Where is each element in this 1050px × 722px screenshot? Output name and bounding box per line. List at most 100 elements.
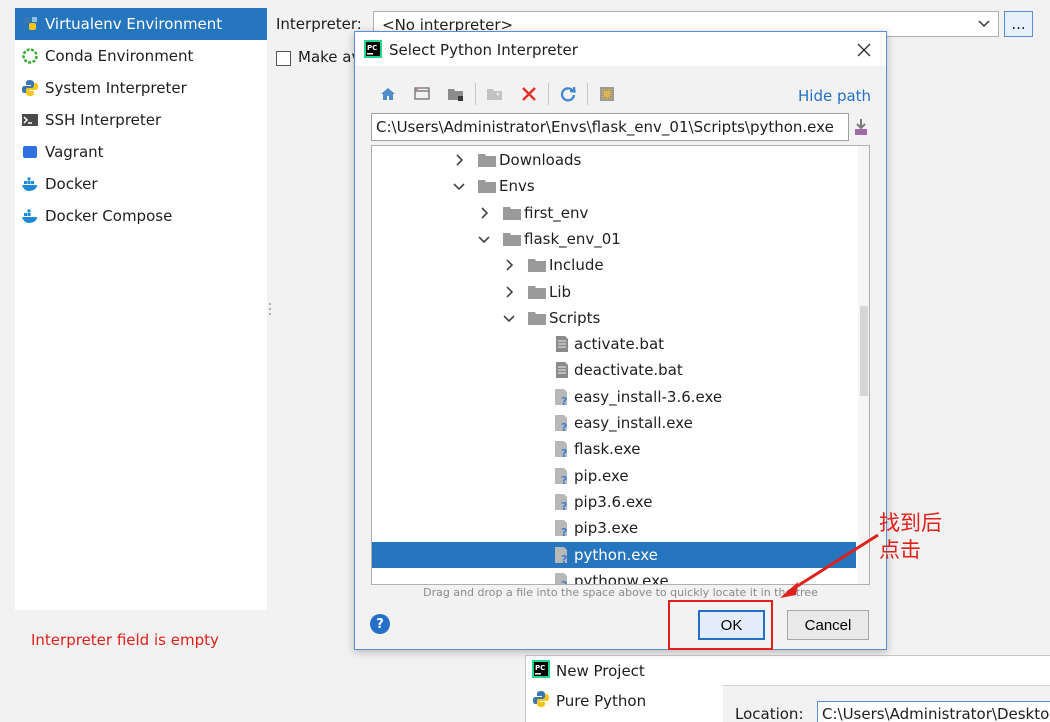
scrollbar-thumb[interactable]: [860, 306, 868, 396]
chevron-right-icon[interactable]: [452, 153, 466, 167]
folder-icon: [527, 309, 547, 327]
tree-item-label: Downloads: [499, 151, 582, 169]
tree-folder-row[interactable]: first_env: [372, 200, 856, 226]
tree-item-label: pip3.6.exe: [574, 492, 653, 511]
tree-item-label: Scripts: [549, 308, 601, 327]
tree-folder-row[interactable]: flask_env_01: [372, 226, 856, 252]
refresh-icon[interactable]: [551, 81, 585, 107]
list-item-conda[interactable]: Conda Environment: [15, 40, 267, 72]
desktop-icon[interactable]: [405, 81, 439, 107]
tree-file-row[interactable]: activate.bat: [372, 331, 856, 357]
close-icon[interactable]: [854, 40, 874, 60]
annotation-text: 找到后点击: [879, 511, 942, 562]
tree-file-row[interactable]: ? easy_install-3.6.exe: [372, 384, 856, 410]
list-item-ssh[interactable]: SSH Interpreter: [15, 104, 267, 136]
chevron-right-icon[interactable]: [477, 206, 491, 220]
location-field[interactable]: C:\Users\Administrator\Desktop: [817, 701, 1050, 722]
unknown-file-icon: ?: [552, 572, 572, 584]
tree-item-label: activate.bat: [574, 335, 665, 354]
splitter-handle[interactable]: [268, 300, 272, 320]
svg-text:?: ?: [561, 474, 567, 485]
tree-item-label: deactivate.bat: [574, 361, 683, 380]
svg-text:?: ?: [561, 447, 567, 458]
unknown-file-icon: ?: [552, 388, 572, 406]
new-project-label: New Project: [556, 662, 645, 680]
chevron-right-icon[interactable]: [502, 285, 516, 299]
tree-folder-row[interactable]: Downloads: [372, 147, 856, 173]
dialog-title: Select Python Interpreter: [389, 41, 578, 59]
interpreter-label: Interpreter:: [276, 15, 362, 33]
pycharm-icon: PC: [364, 40, 382, 62]
chevron-down-icon[interactable]: [502, 311, 516, 325]
virtualenv-icon: [21, 15, 39, 33]
tree-item-label: Envs: [499, 177, 535, 196]
python-icon: [21, 79, 39, 97]
list-item-label: SSH Interpreter: [45, 111, 162, 129]
pure-python-item[interactable]: Pure Python: [532, 686, 646, 716]
folder-icon: [477, 177, 497, 195]
annotation-arrow: [780, 533, 879, 598]
location-label: Location:: [735, 705, 804, 722]
home-icon[interactable]: [371, 81, 405, 107]
tree-scrollbar[interactable]: [858, 146, 869, 584]
tree-item-label: python.exe: [574, 545, 658, 564]
list-item-docker-compose[interactable]: Docker Compose: [15, 200, 267, 232]
chevron-right-icon[interactable]: [502, 258, 516, 272]
list-item-label: Virtualenv Environment: [45, 15, 223, 33]
unknown-file-icon: ?: [552, 519, 572, 537]
dialog-toolbar: [371, 81, 624, 107]
folder-icon: [502, 230, 522, 248]
hide-path-link[interactable]: Hide path: [798, 87, 871, 105]
tree-item-label: flask_env_01: [524, 229, 621, 248]
tree-file-row[interactable]: deactivate.bat: [372, 357, 856, 383]
pure-python-label: Pure Python: [556, 692, 647, 710]
file-tree: Downloads Envs first_env flask_env_01 Includ…: [371, 145, 870, 585]
terminal-icon: [21, 111, 39, 129]
annotation-highlight-box: [668, 600, 773, 650]
tree-item-label: flask.exe: [574, 440, 641, 459]
help-button[interactable]: ?: [370, 614, 390, 634]
svg-text:?: ?: [561, 421, 567, 432]
delete-icon[interactable]: [512, 81, 546, 107]
chevron-down-icon[interactable]: [477, 232, 491, 246]
folder-icon: [477, 151, 497, 169]
list-item-label: Docker: [45, 175, 98, 193]
make-available-label: Make available to all projects: [298, 48, 358, 66]
unknown-file-icon: ?: [552, 414, 572, 432]
tree-item-label: Include: [549, 256, 604, 275]
tree-file-row[interactable]: ? flask.exe: [372, 436, 856, 462]
project-folder-icon[interactable]: [439, 81, 473, 107]
list-item-vagrant[interactable]: Vagrant: [15, 136, 267, 168]
tree-folder-row[interactable]: Lib: [372, 279, 856, 305]
tree-file-row[interactable]: ? pip.exe: [372, 463, 856, 489]
make-available-checkbox[interactable]: [276, 51, 291, 66]
folder-icon: [527, 283, 547, 301]
cancel-button[interactable]: Cancel: [787, 610, 869, 640]
list-item-system[interactable]: System Interpreter: [15, 72, 267, 104]
tree-file-row[interactable]: ? pip3.6.exe: [372, 489, 856, 515]
list-item-label: Vagrant: [45, 143, 104, 161]
new-folder-icon[interactable]: [478, 81, 512, 107]
chevron-down-icon[interactable]: [452, 179, 466, 193]
python-icon: [532, 690, 550, 712]
path-input[interactable]: C:\Users\Administrator\Envs\flask_env_01…: [371, 113, 849, 141]
list-item-docker[interactable]: Docker: [15, 168, 267, 200]
tree-folder-row[interactable]: Envs: [372, 173, 856, 199]
text-file-icon: [552, 335, 572, 353]
tree-file-row[interactable]: ? easy_install.exe: [372, 410, 856, 436]
tree-folder-row[interactable]: Scripts: [372, 305, 856, 331]
download-icon[interactable]: [851, 115, 871, 139]
new-project-title: PC New Project: [532, 656, 645, 686]
chevron-down-icon: [978, 20, 990, 28]
browse-button[interactable]: ...: [1004, 11, 1033, 37]
show-hidden-icon[interactable]: [590, 81, 624, 107]
docker-icon: [21, 175, 39, 193]
tree-folder-row[interactable]: Include: [372, 252, 856, 278]
conda-icon: [21, 47, 39, 65]
list-item-virtualenv[interactable]: Virtualenv Environment: [15, 8, 267, 40]
new-project-window: PC New Project Pure Python Location: C:\…: [525, 655, 1050, 722]
